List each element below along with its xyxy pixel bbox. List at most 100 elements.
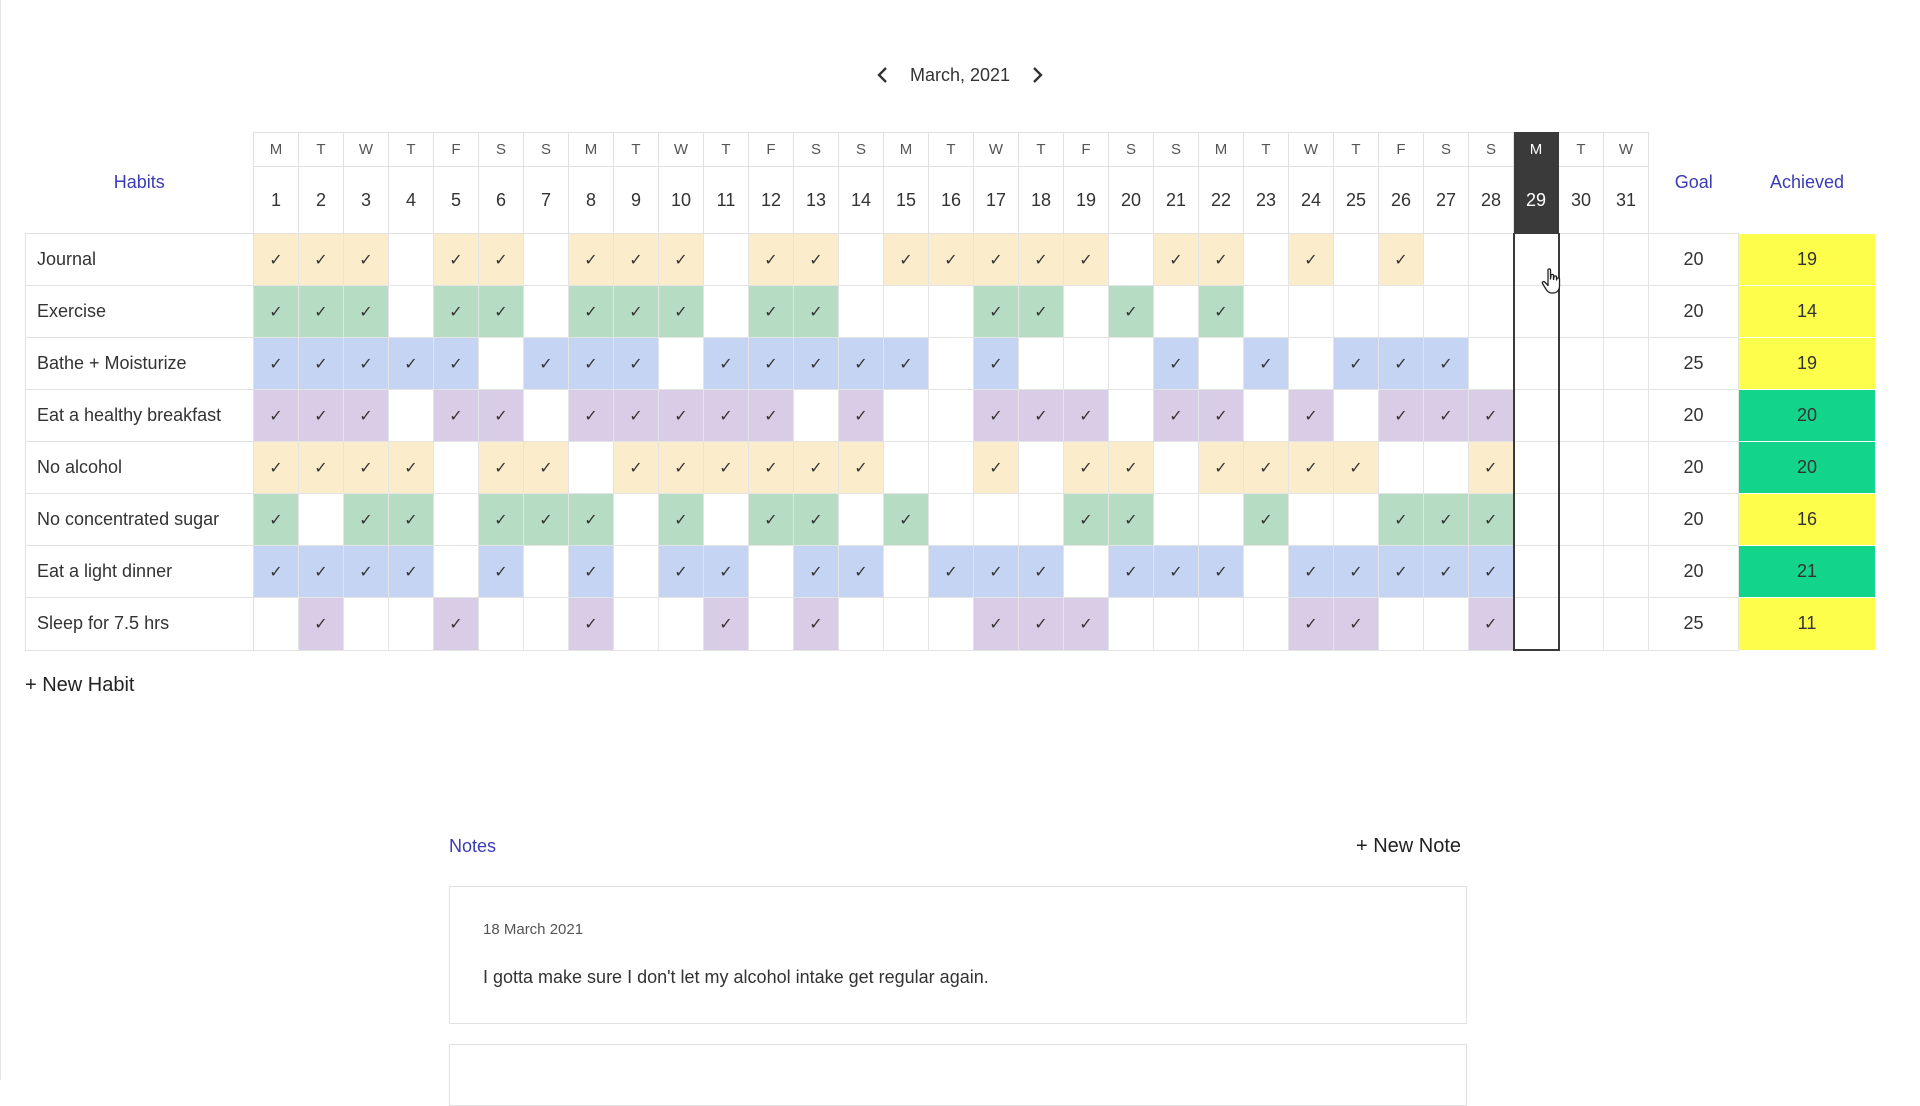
day-cell[interactable]	[1423, 441, 1469, 494]
day-cell[interactable]	[748, 545, 794, 598]
day-cell[interactable]	[1153, 597, 1199, 651]
day-cell-checked[interactable]: ✓	[883, 233, 929, 286]
day-cell-checked[interactable]: ✓	[253, 545, 299, 598]
day-cell-checked[interactable]: ✓	[883, 493, 929, 546]
day-cell-checked[interactable]: ✓	[1378, 545, 1424, 598]
habit-name[interactable]: No alcohol	[25, 441, 254, 494]
day-cell-checked[interactable]: ✓	[1288, 545, 1334, 598]
day-cell-checked[interactable]: ✓	[298, 337, 344, 390]
day-cell[interactable]	[1512, 389, 1560, 442]
day-cell[interactable]	[1243, 389, 1289, 442]
day-cell-checked[interactable]: ✓	[343, 389, 389, 442]
day-cell-checked[interactable]: ✓	[1198, 389, 1244, 442]
day-cell-checked[interactable]: ✓	[658, 285, 704, 338]
day-cell[interactable]	[1243, 233, 1289, 286]
day-cell-checked[interactable]: ✓	[343, 441, 389, 494]
day-cell[interactable]	[1288, 285, 1334, 338]
day-cell[interactable]	[253, 597, 299, 651]
day-cell-checked[interactable]: ✓	[793, 493, 839, 546]
day-cell-checked[interactable]: ✓	[703, 441, 749, 494]
day-cell-checked[interactable]: ✓	[1468, 389, 1514, 442]
day-cell-checked[interactable]: ✓	[433, 233, 479, 286]
day-cell[interactable]	[1558, 441, 1604, 494]
day-cell-checked[interactable]: ✓	[1198, 545, 1244, 598]
day-cell-checked[interactable]: ✓	[703, 389, 749, 442]
day-cell[interactable]	[1512, 493, 1560, 546]
day-cell[interactable]	[703, 285, 749, 338]
day-cell[interactable]	[523, 597, 569, 651]
day-cell-checked[interactable]: ✓	[658, 545, 704, 598]
day-cell[interactable]	[1468, 285, 1514, 338]
day-cell-checked[interactable]: ✓	[1333, 441, 1379, 494]
day-cell-checked[interactable]: ✓	[838, 545, 884, 598]
day-cell-checked[interactable]: ✓	[748, 233, 794, 286]
day-cell-checked[interactable]: ✓	[1378, 389, 1424, 442]
day-cell[interactable]	[613, 545, 659, 598]
day-cell[interactable]	[1558, 389, 1604, 442]
day-cell-checked[interactable]: ✓	[523, 493, 569, 546]
day-cell-checked[interactable]: ✓	[793, 441, 839, 494]
day-cell[interactable]	[1468, 233, 1514, 286]
day-cell-checked[interactable]: ✓	[973, 285, 1019, 338]
day-cell[interactable]	[883, 545, 929, 598]
day-cell-checked[interactable]: ✓	[1153, 233, 1199, 286]
day-cell-checked[interactable]: ✓	[748, 493, 794, 546]
day-cell-checked[interactable]: ✓	[298, 545, 344, 598]
day-cell-checked[interactable]: ✓	[1423, 389, 1469, 442]
day-cell[interactable]	[1558, 285, 1604, 338]
day-cell-checked[interactable]: ✓	[613, 233, 659, 286]
day-cell[interactable]	[1558, 337, 1604, 390]
day-cell[interactable]	[1468, 337, 1514, 390]
day-cell[interactable]	[1243, 545, 1289, 598]
day-cell-checked[interactable]: ✓	[568, 285, 614, 338]
day-cell-checked[interactable]: ✓	[1063, 441, 1109, 494]
day-cell-checked[interactable]: ✓	[748, 441, 794, 494]
day-cell-checked[interactable]: ✓	[433, 285, 479, 338]
day-cell-checked[interactable]: ✓	[1468, 545, 1514, 598]
day-cell[interactable]	[1378, 441, 1424, 494]
day-cell-checked[interactable]: ✓	[838, 337, 884, 390]
day-cell-checked[interactable]: ✓	[478, 389, 524, 442]
day-cell-checked[interactable]: ✓	[343, 337, 389, 390]
day-cell-checked[interactable]: ✓	[793, 545, 839, 598]
day-cell-checked[interactable]: ✓	[433, 389, 479, 442]
day-cell-checked[interactable]: ✓	[1153, 389, 1199, 442]
day-cell-checked[interactable]: ✓	[973, 337, 1019, 390]
day-cell-checked[interactable]: ✓	[568, 493, 614, 546]
day-cell[interactable]	[793, 389, 839, 442]
day-cell[interactable]	[1063, 337, 1109, 390]
day-cell-checked[interactable]: ✓	[1378, 493, 1424, 546]
day-cell-checked[interactable]: ✓	[478, 545, 524, 598]
day-cell-checked[interactable]: ✓	[478, 493, 524, 546]
note-card[interactable]: 18 March 2021 I gotta make sure I don't …	[449, 886, 1467, 1024]
day-cell-checked[interactable]: ✓	[478, 233, 524, 286]
day-cell-checked[interactable]: ✓	[1468, 441, 1514, 494]
day-cell[interactable]	[523, 545, 569, 598]
day-cell[interactable]	[343, 597, 389, 651]
day-cell[interactable]	[1378, 285, 1424, 338]
day-cell-checked[interactable]: ✓	[1243, 337, 1289, 390]
day-cell-checked[interactable]: ✓	[1423, 545, 1469, 598]
day-cell[interactable]	[1198, 597, 1244, 651]
day-cell-checked[interactable]: ✓	[973, 389, 1019, 442]
day-cell[interactable]	[568, 441, 614, 494]
day-cell-checked[interactable]: ✓	[613, 441, 659, 494]
day-cell[interactable]	[433, 545, 479, 598]
day-cell[interactable]	[883, 285, 929, 338]
day-cell[interactable]	[1603, 337, 1649, 390]
habit-name[interactable]: Journal	[25, 233, 254, 286]
day-cell-checked[interactable]: ✓	[298, 597, 344, 651]
day-cell-checked[interactable]: ✓	[343, 233, 389, 286]
habit-name[interactable]: Sleep for 7.5 hrs	[25, 597, 254, 651]
day-cell-checked[interactable]: ✓	[1423, 337, 1469, 390]
day-cell-checked[interactable]: ✓	[388, 493, 434, 546]
day-cell-checked[interactable]: ✓	[568, 545, 614, 598]
day-cell-checked[interactable]: ✓	[253, 285, 299, 338]
day-cell-checked[interactable]: ✓	[298, 441, 344, 494]
day-cell[interactable]	[478, 597, 524, 651]
day-cell[interactable]	[1378, 597, 1424, 651]
day-cell-checked[interactable]: ✓	[838, 389, 884, 442]
day-cell[interactable]	[1333, 493, 1379, 546]
day-cell-checked[interactable]: ✓	[613, 337, 659, 390]
day-cell-checked[interactable]: ✓	[613, 389, 659, 442]
